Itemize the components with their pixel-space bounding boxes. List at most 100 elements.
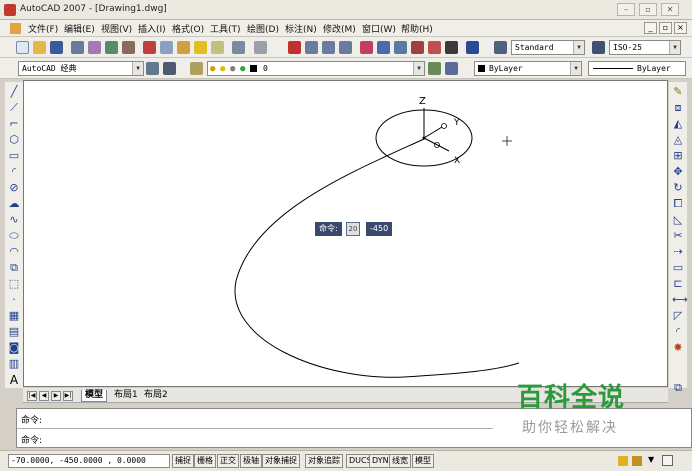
new-icon[interactable]	[16, 41, 29, 54]
clean-screen-icon[interactable]	[662, 455, 673, 466]
tab-first-button[interactable]: |◀	[27, 391, 37, 401]
make-object-layer-current-icon[interactable]	[428, 62, 441, 75]
publish-icon[interactable]	[105, 41, 118, 54]
offset-icon[interactable]: ◬	[672, 134, 684, 146]
markup-icon[interactable]	[428, 41, 441, 54]
gradient-icon[interactable]: ▤	[8, 326, 20, 338]
doc-close-button[interactable]: ×	[674, 22, 687, 34]
tab-model[interactable]: 模型	[81, 390, 108, 402]
ortho-toggle[interactable]: 正交	[217, 454, 239, 468]
region-icon[interactable]: ◙	[8, 342, 20, 354]
menu-help[interactable]: 帮助(H)	[401, 22, 433, 35]
stretch-icon[interactable]: ◺	[672, 214, 684, 226]
maximize-button[interactable]: ▫	[639, 3, 657, 16]
snap-toggle[interactable]: 捕捉	[172, 454, 194, 468]
fillet-icon[interactable]: ◜	[672, 326, 684, 338]
hatch-icon[interactable]: ▦	[8, 310, 20, 322]
scale-icon[interactable]: ⧠	[672, 198, 684, 210]
model-toggle[interactable]: 模型	[412, 454, 434, 468]
rectangle-icon[interactable]: ▭	[8, 150, 20, 162]
trim-icon[interactable]: ✂	[672, 230, 684, 242]
tool-palettes-icon[interactable]	[394, 41, 407, 54]
otrack-toggle[interactable]: 对象追踪	[305, 454, 343, 468]
grid-toggle[interactable]: 栅格	[194, 454, 216, 468]
paste-icon[interactable]	[177, 41, 190, 54]
pan-icon[interactable]	[288, 41, 301, 54]
zoom-previous-icon[interactable]	[339, 41, 352, 54]
dim-style-select[interactable]: ISO-25 ▼	[609, 40, 681, 55]
design-center-icon[interactable]	[377, 41, 390, 54]
close-button[interactable]: ✕	[661, 3, 679, 16]
doc-restore-button[interactable]: ▫	[659, 22, 672, 34]
redo-icon[interactable]	[254, 41, 267, 54]
mirror-icon[interactable]: ◭	[672, 118, 684, 130]
tab-last-button[interactable]: ▶|	[63, 391, 73, 401]
doc-minimize-button[interactable]: _	[644, 22, 657, 34]
chevron-down-icon[interactable]: ▼	[573, 41, 584, 54]
help-icon[interactable]	[466, 41, 479, 54]
array-icon[interactable]: ⊞	[672, 150, 684, 162]
erase-icon[interactable]: ✎	[672, 86, 684, 98]
menu-dimension[interactable]: 标注(N)	[285, 22, 317, 35]
text-style-select[interactable]: Standard ▼	[511, 40, 585, 55]
dim-style-icon[interactable]	[592, 41, 605, 54]
polar-toggle[interactable]: 极轴	[240, 454, 262, 468]
cut-icon[interactable]	[143, 41, 156, 54]
match-properties-icon[interactable]	[194, 41, 207, 54]
workspace-save-icon[interactable]	[163, 62, 176, 75]
table-icon[interactable]: ▥	[8, 358, 20, 370]
menu-edit[interactable]: 编辑(E)	[64, 22, 95, 35]
menu-format[interactable]: 格式(O)	[172, 22, 204, 35]
zoom-window-icon[interactable]	[322, 41, 335, 54]
dynamic-input-field-1[interactable]: 20	[346, 222, 360, 236]
document-icon[interactable]	[10, 23, 21, 34]
copy-icon[interactable]	[160, 41, 173, 54]
menu-draw[interactable]: 绘图(D)	[247, 22, 279, 35]
line-icon[interactable]: ╱	[8, 86, 20, 98]
minimize-button[interactable]: –	[617, 3, 635, 16]
chevron-down-icon[interactable]: ▼	[570, 62, 581, 75]
chevron-down-icon[interactable]: ▼	[413, 62, 424, 75]
text-style-icon[interactable]	[494, 41, 507, 54]
chamfer-icon[interactable]: ◸	[672, 310, 684, 322]
zoom-realtime-icon[interactable]	[305, 41, 318, 54]
calculator-icon[interactable]	[445, 41, 458, 54]
3d-dwf-icon[interactable]	[122, 41, 135, 54]
make-block-icon[interactable]: ⬚	[8, 278, 20, 290]
open-icon[interactable]	[33, 41, 46, 54]
arc-icon[interactable]: ◜	[8, 166, 20, 178]
menu-insert[interactable]: 插入(I)	[138, 22, 166, 35]
break-icon[interactable]: ⊏	[672, 278, 684, 290]
construction-line-icon[interactable]: ⟋	[8, 102, 20, 114]
multiline-text-icon[interactable]: A	[8, 374, 20, 386]
copy-object-icon[interactable]: ⧈	[672, 102, 684, 114]
command-prompt[interactable]: 命令:	[21, 433, 42, 446]
polygon-icon[interactable]: ⬡	[8, 134, 20, 146]
revision-cloud-icon[interactable]: ☁	[8, 198, 20, 210]
lock-toolbar-icon[interactable]	[632, 456, 642, 466]
explode-icon[interactable]: ✸	[672, 342, 684, 354]
menu-view[interactable]: 视图(V)	[101, 22, 132, 35]
status-menu-chevron-icon[interactable]: ▼	[648, 455, 654, 464]
menu-file[interactable]: 文件(F)	[28, 22, 58, 35]
workspace-settings-icon[interactable]	[146, 62, 159, 75]
color-select[interactable]: ByLayer ▼	[474, 61, 582, 76]
ellipse-arc-icon[interactable]: ◠	[8, 246, 20, 258]
object-properties-icon[interactable]: ⧉	[672, 382, 684, 394]
linetype-select[interactable]: ByLayer	[588, 61, 686, 76]
menu-window[interactable]: 窗口(W)	[362, 22, 396, 35]
block-editor-icon[interactable]	[211, 41, 224, 54]
layer-manager-icon[interactable]	[190, 62, 203, 75]
extend-icon[interactable]: ⇢	[672, 246, 684, 258]
chevron-down-icon[interactable]: ▼	[669, 41, 680, 54]
osnap-toggle[interactable]: 对象捕捉	[262, 454, 300, 468]
print-icon[interactable]	[71, 41, 84, 54]
point-icon[interactable]: ·	[8, 294, 20, 306]
dynamic-input-field-2[interactable]: -450	[366, 222, 393, 236]
rotate-icon[interactable]: ↻	[672, 182, 684, 194]
workspace-select[interactable]: AutoCAD 经典 ▼	[18, 61, 144, 76]
menu-modify[interactable]: 修改(M)	[323, 22, 356, 35]
layer-previous-icon[interactable]	[445, 62, 458, 75]
undo-icon[interactable]	[232, 41, 245, 54]
tab-prev-button[interactable]: ◀	[39, 391, 49, 401]
